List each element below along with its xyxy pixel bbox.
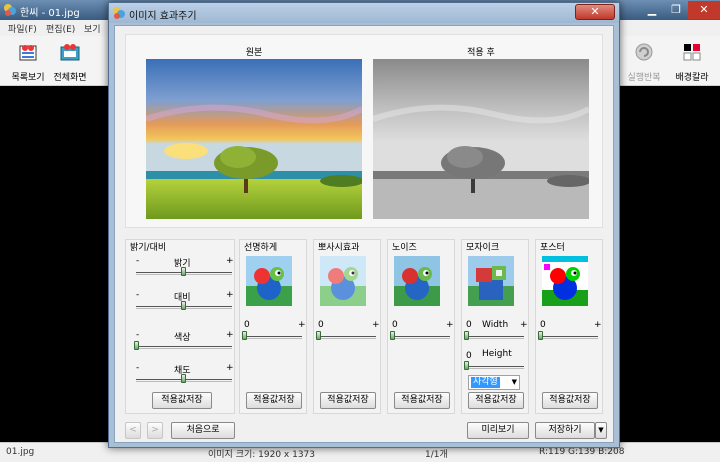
soft-focus-title: 뽀사시효과 [318,243,360,253]
poster-title: 포스터 [540,243,565,253]
menu-file[interactable]: 파일(F) [8,22,37,35]
redo-icon [635,43,653,61]
original-label: 원본 [245,48,263,58]
brightness-contrast-group: 밝기/대비 - 밝기 + - 대비 + - 색상 + - 채도 + 적용값저장 [125,239,235,414]
mosaic-width-label: Width [482,320,509,330]
poster-thumbnail [542,256,588,306]
noise-thumbnail [394,256,440,306]
noise-thumb[interactable] [390,331,395,340]
sharpen-group: 선명하게 0 + 적용값저장 [239,239,307,414]
dialog-titlebar: 이미지 효과주기 ✕ [109,3,619,23]
menu-view[interactable]: 보기 [84,22,101,35]
previous-button[interactable]: < [125,422,141,439]
list-view-icon [19,45,37,61]
mosaic-group: 모자이크 0 Width + 0 Height 사각형 ▼ 적용값저장 [461,239,529,414]
preview-panel: 원본 적용 후 [125,34,603,228]
brightness-group-title: 밝기/대비 [130,243,167,253]
mosaic-shape-value: 사각형 [471,377,500,388]
background-color-button[interactable]: 배경칼라 [666,40,718,84]
brightness-thumb[interactable] [181,267,186,276]
app-icon [4,4,16,16]
save-button[interactable]: 저장하기 [535,422,595,439]
reset-button[interactable]: 처음으로 [171,422,235,439]
noise-group: 노이즈 0 + 적용값저장 [387,239,455,414]
saturation-thumb[interactable] [181,374,186,383]
sharpen-title: 선명하게 [244,243,278,253]
fullscreen-button[interactable]: 전체화면 [44,40,96,84]
status-page: 1/1개 [425,450,448,460]
mosaic-title: 모자이크 [466,243,500,253]
image-effects-dialog: 이미지 효과주기 ✕ 원본 적용 후 밝기/대비 - 밝기 + - 대비 + -… [108,2,620,448]
mosaic-height-thumb[interactable] [464,361,469,370]
mosaic-save-button[interactable]: 적용값저장 [468,392,524,409]
sharpen-save-button[interactable]: 적용값저장 [246,392,302,409]
original-image [146,59,362,219]
redo-button[interactable]: 실행반복 [618,40,670,84]
hue-label: 색상 [174,333,191,343]
preview-button[interactable]: 미리보기 [467,422,529,439]
soft-focus-group: 뽀사시효과 0 + 적용값저장 [313,239,381,414]
poster-group: 포스터 0 + 적용값저장 [535,239,603,414]
mosaic-thumbnail [468,256,514,306]
mosaic-height-label: Height [482,349,512,359]
dialog-app-icon [113,7,125,19]
mosaic-width-thumb[interactable] [464,331,469,340]
chevron-down-icon: ▼ [511,378,517,386]
noise-title: 노이즈 [392,243,417,253]
main-window-title: 한씨 - 01.jpg [20,8,80,19]
soft-focus-thumb[interactable] [316,331,321,340]
poster-save-button[interactable]: 적용값저장 [542,392,598,409]
status-filename: 01.jpg [6,447,35,457]
applied-image [373,59,589,219]
applied-label: 적용 후 [467,48,495,58]
restore-button[interactable]: ❐ [664,1,688,19]
close-button[interactable]: ✕ [688,1,720,19]
noise-save-button[interactable]: 적용값저장 [394,392,450,409]
sharpen-thumb[interactable] [242,331,247,340]
dialog-close-button[interactable]: ✕ [575,4,615,20]
minimize-button[interactable]: ▁ [640,1,664,19]
contrast-thumb[interactable] [181,301,186,310]
color-grid-icon [683,44,701,61]
soft-focus-thumbnail [320,256,366,306]
next-button[interactable]: > [147,422,163,439]
menu-edit[interactable]: 편집(E) [46,22,75,35]
status-image-size: 이미지 크기: 1920 x 1373 [208,450,316,460]
soft-focus-save-button[interactable]: 적용값저장 [320,392,376,409]
brightness-save-button[interactable]: 적용값저장 [152,392,212,409]
poster-thumb[interactable] [538,331,543,340]
sharpen-thumbnail [246,256,292,306]
status-color-info: R:119 G:139 B:208 [539,447,625,457]
fullscreen-icon [60,44,80,61]
hue-thumb[interactable] [134,341,139,350]
mosaic-shape-select[interactable]: 사각형 ▼ [468,375,520,390]
dialog-body: 원본 적용 후 밝기/대비 - 밝기 + - 대비 + - 색상 + - 채도 … [114,25,614,443]
dialog-title: 이미지 효과주기 [129,11,197,22]
save-menu-arrow[interactable]: ▼ [595,422,607,439]
